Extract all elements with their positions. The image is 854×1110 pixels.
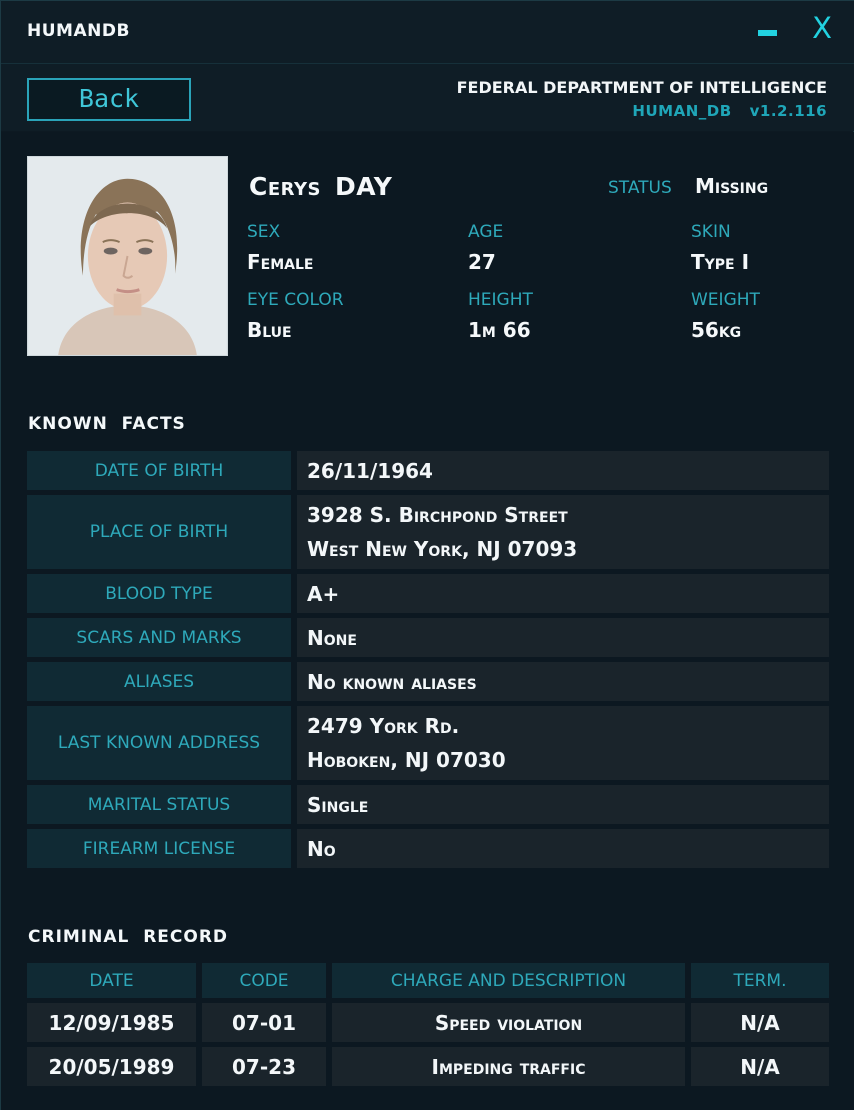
subject-name: Cerys DAY	[249, 172, 392, 201]
weight-value: 56kg	[691, 318, 742, 342]
fact-value-line: 26/11/1964	[307, 458, 433, 483]
table-row: 20/05/1989 07-23 Impeding traffic N/A	[27, 1047, 829, 1086]
sex-label: SEX	[247, 222, 281, 242]
status-value: Missing	[695, 174, 769, 198]
known-facts-table: DATE OF BIRTH 26/11/1964 PLACE OF BIRTH …	[27, 451, 829, 873]
height-label: HEIGHT	[468, 290, 533, 310]
fact-value-line: Hoboken, NJ 07030	[307, 748, 506, 772]
db-name: HUMAN_DB	[632, 102, 732, 120]
fact-value-line: No	[307, 836, 336, 861]
fact-row-date-of-birth: DATE OF BIRTH 26/11/1964	[27, 451, 829, 490]
fact-value: 2479 York Rd. Hoboken, NJ 07030	[297, 706, 829, 780]
subject-portrait-image	[28, 157, 227, 355]
fact-label: MARITAL STATUS	[27, 785, 291, 824]
fact-label: PLACE OF BIRTH	[27, 495, 291, 569]
fact-value-line: West New York, NJ 07093	[307, 537, 578, 561]
fact-row-marital-status: MARITAL STATUS Single	[27, 785, 829, 824]
criminal-record-title: CRIMINAL RECORD	[28, 927, 229, 947]
record-date: 12/09/1985	[27, 1003, 196, 1042]
last-name: DAY	[335, 172, 393, 201]
fact-value: 26/11/1964	[297, 451, 829, 490]
height-value: 1m 66	[468, 318, 531, 342]
minimize-icon[interactable]	[758, 30, 777, 36]
fact-value-line: A+	[307, 581, 340, 606]
skin-label: SKIN	[691, 222, 731, 242]
fact-value: No	[297, 829, 829, 868]
record-term: N/A	[691, 1003, 829, 1042]
subject-photo	[27, 156, 228, 356]
criminal-record-table: DATE CODE CHARGE AND DESCRIPTION TERM. 1…	[27, 963, 829, 1091]
fact-label: FIREARM LICENSE	[27, 829, 291, 868]
app-title: HUMANDB	[27, 21, 130, 41]
fact-value-line: No known aliases	[307, 669, 477, 694]
fact-value-line: 3928 S. Birchpond Street	[307, 503, 568, 527]
fact-value: 3928 S. Birchpond Street West New York, …	[297, 495, 829, 569]
fact-row-blood-type: BLOOD TYPE A+	[27, 574, 829, 613]
column-header-charge: CHARGE AND DESCRIPTION	[332, 963, 685, 998]
fact-value-line: 2479 York Rd.	[307, 714, 460, 738]
known-facts-title: KNOWN FACTS	[28, 414, 186, 434]
title-bar: HUMANDB X	[1, 1, 854, 63]
fact-row-place-of-birth: PLACE OF BIRTH 3928 S. Birchpond Street …	[27, 495, 829, 569]
column-header-code: CODE	[202, 963, 326, 998]
fact-label: BLOOD TYPE	[27, 574, 291, 613]
department-title: FEDERAL DEPARTMENT OF INTELLIGENCE	[456, 78, 827, 97]
back-button[interactable]: Back	[27, 78, 191, 121]
fact-label: LAST KNOWN ADDRESS	[27, 706, 291, 780]
eye-color-value: Blue	[247, 318, 292, 342]
humandb-window: HUMANDB X Back FEDERAL DEPARTMENT OF INT…	[0, 0, 854, 1110]
fact-label: SCARS AND MARKS	[27, 618, 291, 657]
db-version: HUMAN_DB v1.2.116	[614, 102, 827, 120]
fact-row-firearm-license: FIREARM LICENSE No	[27, 829, 829, 868]
status-label: STATUS	[608, 178, 672, 198]
profile-content: Cerys DAY STATUS Missing SEX Female AGE 2…	[1, 132, 854, 1110]
fact-label: ALIASES	[27, 662, 291, 701]
fact-row-aliases: ALIASES No known aliases	[27, 662, 829, 701]
record-charge: Impeding traffic	[332, 1047, 685, 1086]
weight-label: WEIGHT	[691, 290, 760, 310]
column-header-date: DATE	[27, 963, 196, 998]
header-bar: Back FEDERAL DEPARTMENT OF INTELLIGENCE …	[1, 63, 854, 131]
age-label: AGE	[468, 222, 504, 242]
record-code: 07-23	[202, 1047, 326, 1086]
record-date: 20/05/1989	[27, 1047, 196, 1086]
record-term: N/A	[691, 1047, 829, 1086]
table-header-row: DATE CODE CHARGE AND DESCRIPTION TERM.	[27, 963, 829, 998]
eye-color-label: EYE COLOR	[247, 290, 344, 310]
version-label: v1.2.116	[749, 102, 827, 120]
fact-row-scars-and-marks: SCARS AND MARKS None	[27, 618, 829, 657]
fact-value: None	[297, 618, 829, 657]
fact-value: A+	[297, 574, 829, 613]
fact-label: DATE OF BIRTH	[27, 451, 291, 490]
fact-value: Single	[297, 785, 829, 824]
fact-value-line: None	[307, 625, 357, 650]
column-header-term: TERM.	[691, 963, 829, 998]
first-name: Cerys	[249, 172, 322, 201]
record-code: 07-01	[202, 1003, 326, 1042]
record-charge: Speed violation	[332, 1003, 685, 1042]
fact-value-line: Single	[307, 792, 369, 817]
sex-value: Female	[247, 250, 314, 274]
skin-value: Type I	[691, 250, 750, 274]
age-value: 27	[468, 250, 496, 274]
fact-value: No known aliases	[297, 662, 829, 701]
fact-row-last-known-address: LAST KNOWN ADDRESS 2479 York Rd. Hoboken…	[27, 706, 829, 780]
close-icon[interactable]: X	[807, 11, 837, 45]
table-row: 12/09/1985 07-01 Speed violation N/A	[27, 1003, 829, 1042]
